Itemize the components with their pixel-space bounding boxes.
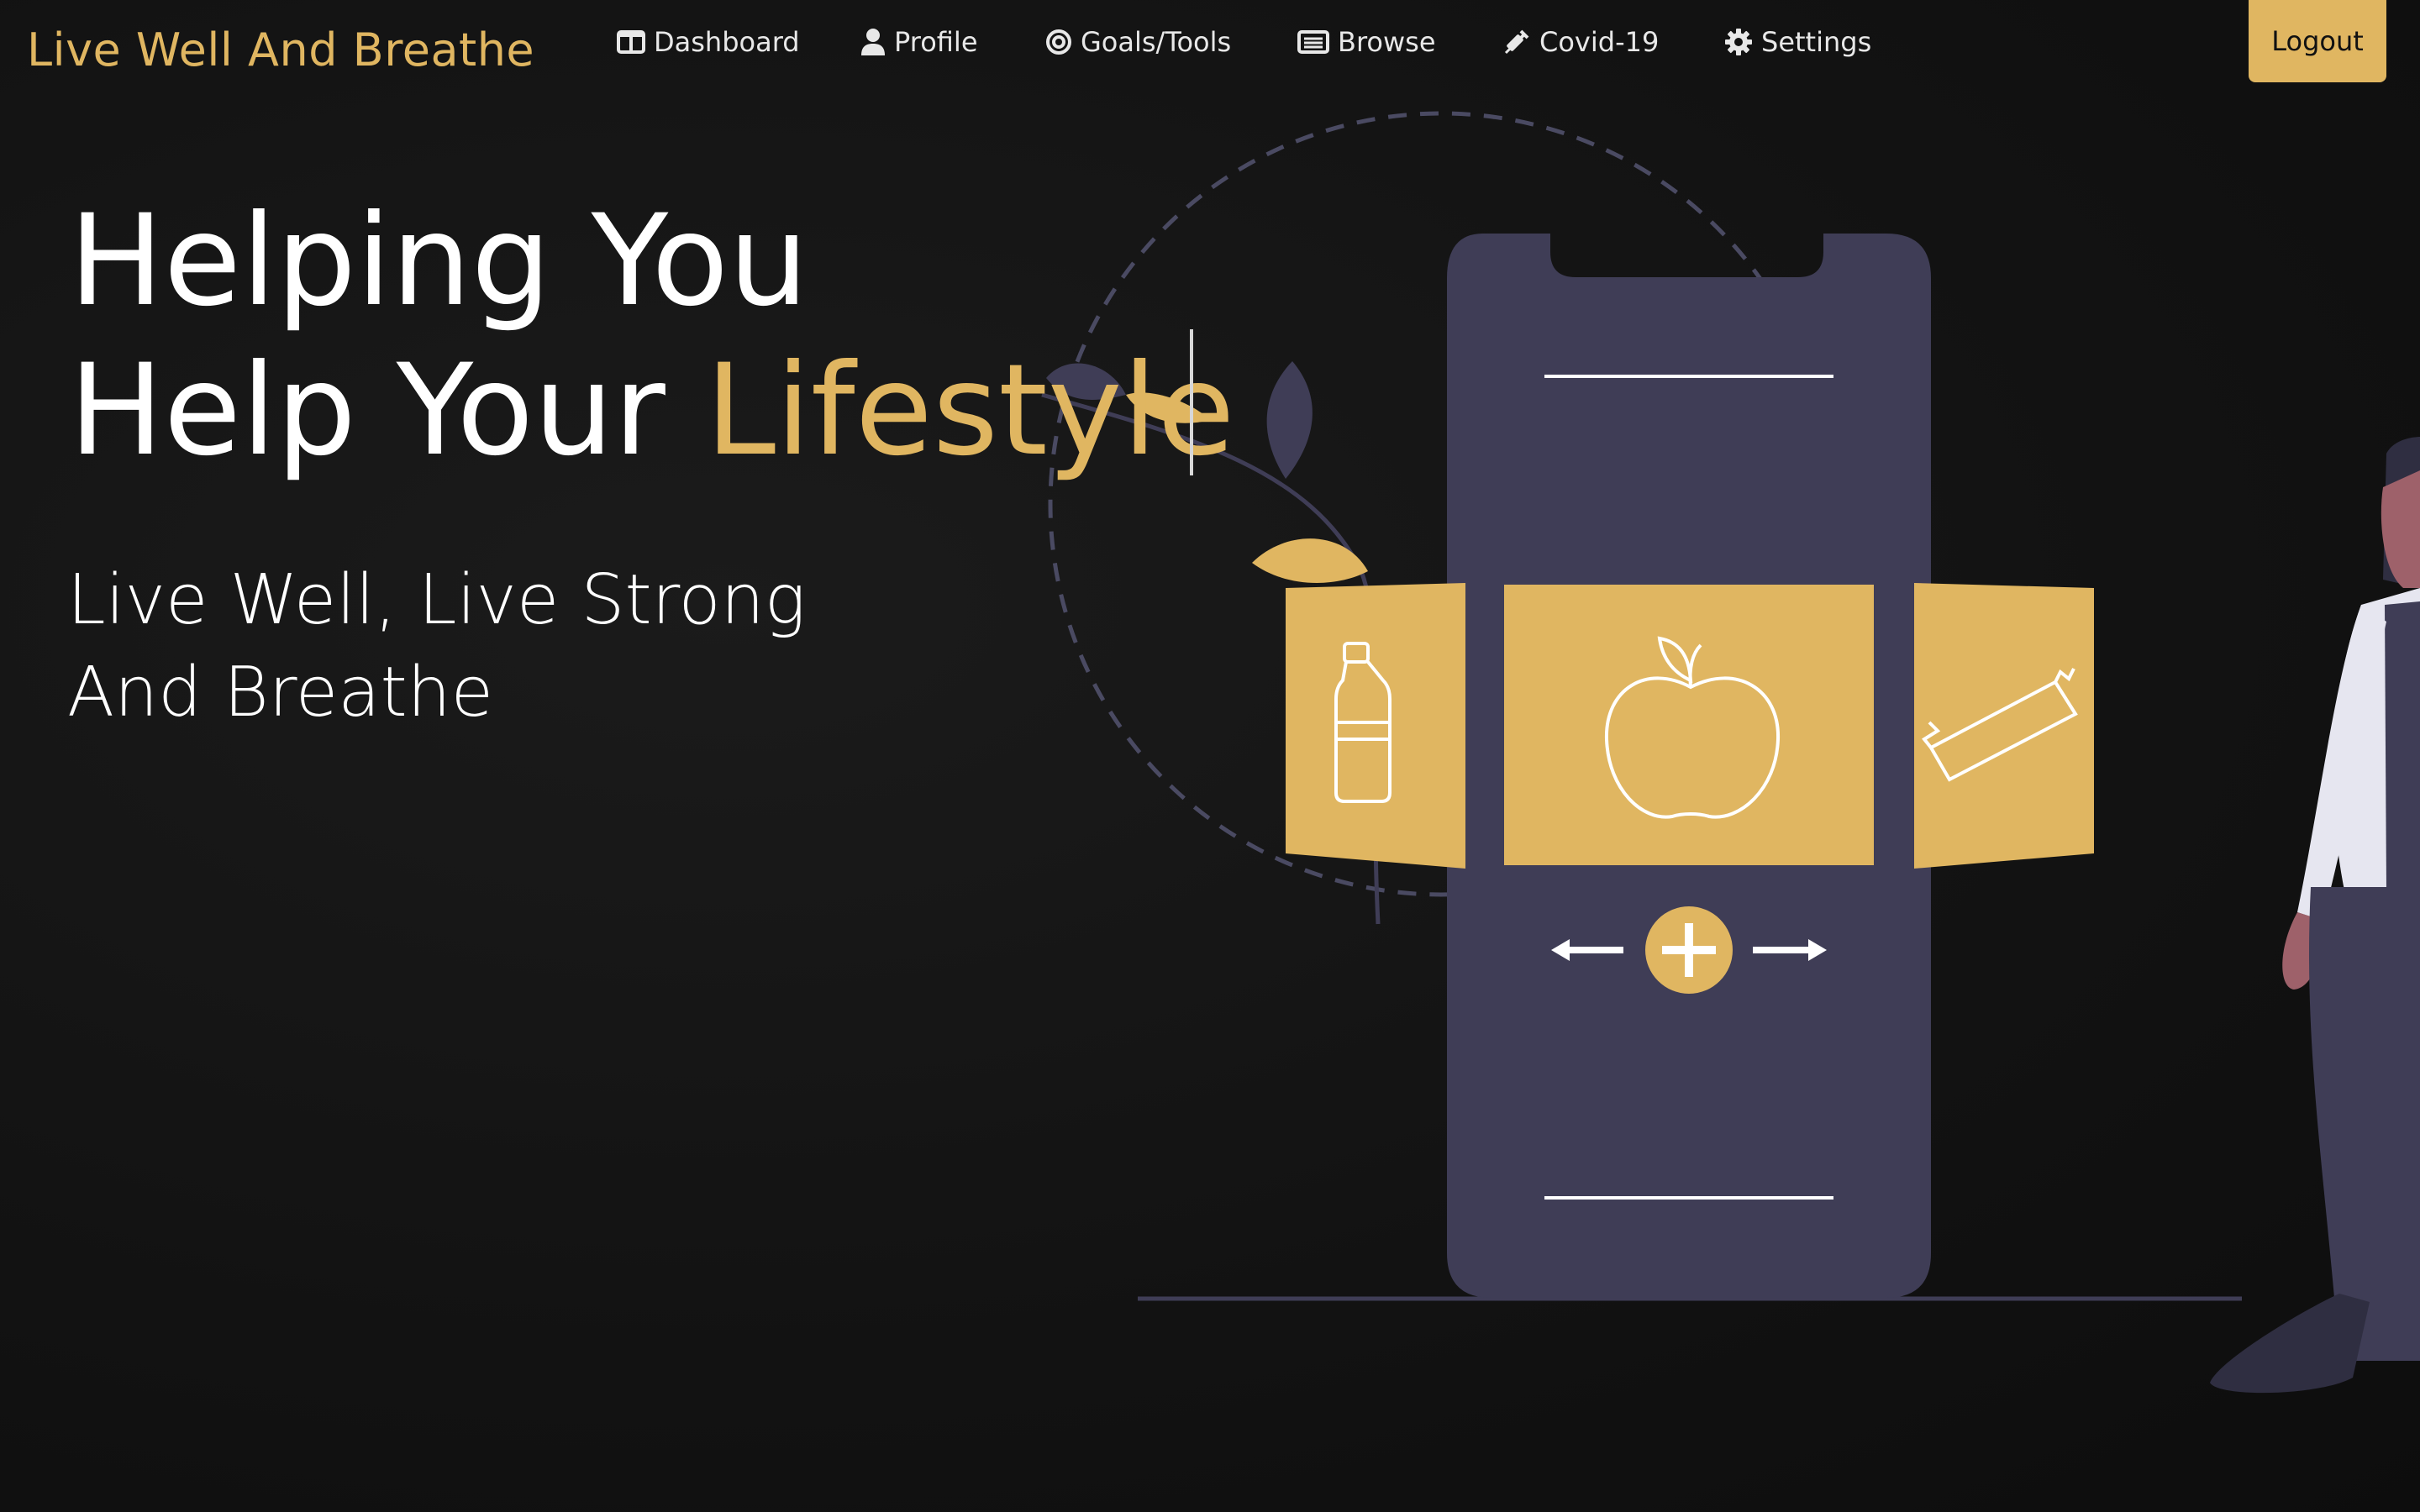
nav-browse-label: Browse — [1338, 26, 1436, 58]
nav-browse[interactable]: Browse — [1297, 22, 1436, 62]
nav-covid-19-label: Covid-19 — [1539, 26, 1660, 58]
user-icon — [861, 29, 885, 55]
dashboard-icon — [617, 30, 645, 54]
hero-heading-accent: Lifestyle — [705, 338, 1235, 484]
nav-profile[interactable]: Profile — [860, 22, 978, 62]
card-right — [1914, 583, 2094, 869]
gear-icon — [1725, 29, 1752, 55]
nav-covid-19[interactable]: Covid-19 — [1502, 22, 1659, 62]
plant-leaf-dark — [1266, 361, 1313, 479]
page: Live Well And Breathe Dashboard Profile … — [0, 0, 2420, 1512]
nav-goals-tools[interactable]: Goals/Tools — [1045, 22, 1231, 62]
hero-subtitle-line1: Live Well, Live Strong — [67, 560, 806, 640]
plant-leaf-gold — [1252, 538, 1368, 583]
hero-heading: Helping You Help Your Lifestyle — [69, 186, 1235, 486]
nav-dashboard[interactable]: Dashboard — [617, 22, 800, 62]
target-icon — [1046, 29, 1071, 55]
nav-settings[interactable]: Settings — [1724, 22, 1871, 62]
hero-subtitle: Live Well, Live Strong And Breathe — [67, 554, 806, 739]
nav-dashboard-label: Dashboard — [654, 26, 800, 58]
hero-heading-line2: Help Your Lifestyle — [69, 336, 1235, 486]
nav-profile-label: Profile — [894, 26, 978, 58]
brand-logo[interactable]: Live Well And Breathe — [27, 24, 534, 77]
card-left — [1286, 583, 1465, 869]
list-icon — [1297, 30, 1329, 54]
nav-settings-label: Settings — [1761, 26, 1872, 58]
typing-caret — [1190, 329, 1193, 475]
hero-subtitle-line2: And Breathe — [67, 653, 494, 732]
person-figure — [2210, 437, 2420, 1394]
logout-button[interactable]: Logout — [2249, 0, 2386, 82]
nav-goals-tools-label: Goals/Tools — [1081, 26, 1232, 58]
hero-heading-line2-prefix: Help Your — [69, 338, 706, 484]
card-center — [1504, 585, 1874, 865]
hero-heading-line1: Helping You — [69, 188, 809, 334]
syringe-icon — [1504, 29, 1529, 55]
